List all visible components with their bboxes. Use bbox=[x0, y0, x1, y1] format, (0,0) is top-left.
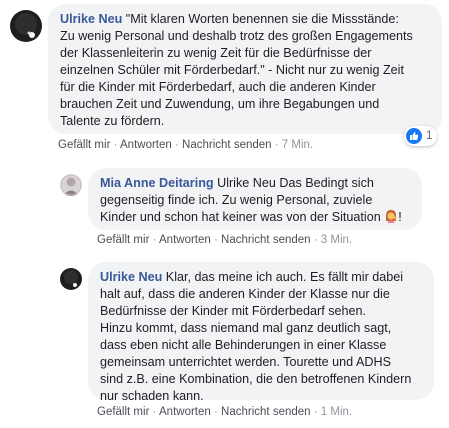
separator: · bbox=[152, 234, 157, 246]
comment-text-line: brauchen Zeit und Zuwendung, um ihre Beg… bbox=[60, 97, 380, 111]
separator: · bbox=[152, 406, 157, 418]
comment-actions: Gefällt mir · Antworten · Nachricht send… bbox=[58, 139, 313, 151]
comment-text-line: dass eben nicht alle Behinderungen in ei… bbox=[100, 338, 387, 352]
reaction-badge[interactable]: 1 bbox=[404, 126, 438, 146]
comment-bubble: Mia Anne Deitaring Ulrike Neu Das Beding… bbox=[88, 168, 422, 230]
comment-text-line: gemeinsam unterrichtet werden. Tourette … bbox=[100, 355, 391, 369]
comment-text-line: einzelnen Schüler mit Förderbedarf." - N… bbox=[60, 63, 404, 77]
send-message-link[interactable]: Nachricht senden bbox=[221, 406, 311, 418]
separator: · bbox=[214, 234, 218, 246]
separator: · bbox=[274, 139, 279, 151]
comment-author[interactable]: Mia Anne Deitaring bbox=[100, 176, 214, 190]
comment-actions: Gefällt mir · Antworten · Nachricht send… bbox=[97, 406, 352, 418]
comment-text-line: der Klassenleiterin zu wenig Zeit für di… bbox=[60, 46, 372, 60]
comment-text-line: sind z.B. eine Kombination, die den betr… bbox=[100, 372, 412, 386]
send-message-link[interactable]: Nachricht senden bbox=[182, 139, 272, 151]
comment-actions: Gefällt mir · Antworten · Nachricht send… bbox=[97, 234, 352, 246]
avatar[interactable] bbox=[60, 268, 82, 290]
like-link[interactable]: Gefällt mir bbox=[58, 139, 110, 151]
comment-text-line: halt auf, dass die anderen Kinder der Kl… bbox=[100, 287, 390, 301]
like-link[interactable]: Gefällt mir bbox=[97, 234, 149, 246]
comment-bubble: Ulrike Neu "Mit klaren Worten benennen s… bbox=[48, 4, 442, 134]
comment-text-line: nur schaden kann. bbox=[100, 389, 204, 403]
comment-text-line: für die Kinder mit Förderbedarf, auch di… bbox=[60, 80, 376, 94]
separator: · bbox=[214, 406, 218, 418]
comment-text-line: Bedürfnisse der Kinder mit Förderbedarf … bbox=[100, 304, 367, 318]
separator: · bbox=[175, 139, 179, 151]
reply-link[interactable]: Antworten bbox=[159, 234, 211, 246]
comment-text-line: Ulrike Neu Das Bedingt sich bbox=[217, 176, 374, 190]
comment-text-line: Hinzu kommt, dass niemand mal ganz deutl… bbox=[100, 321, 392, 335]
reply-link[interactable]: Antworten bbox=[159, 406, 211, 418]
comment-text-line: Klar, das meine ich auch. Es fällt mir d… bbox=[165, 270, 404, 284]
comment-text-line: Zu wenig Personal und deshalb trotz des … bbox=[60, 29, 413, 43]
woman-tipping-hand-emoji bbox=[384, 209, 398, 223]
send-message-link[interactable]: Nachricht senden bbox=[221, 234, 311, 246]
timestamp[interactable]: 1 Min. bbox=[321, 406, 352, 418]
like-link[interactable]: Gefällt mir bbox=[97, 406, 149, 418]
timestamp[interactable]: 7 Min. bbox=[282, 139, 313, 151]
reaction-count: 1 bbox=[426, 130, 433, 142]
separator: · bbox=[113, 139, 118, 151]
comment-text-line: Talente zu fördern. bbox=[60, 114, 165, 128]
reply-link[interactable]: Antworten bbox=[120, 139, 172, 151]
avatar[interactable] bbox=[60, 174, 82, 196]
comment-author[interactable]: Ulrike Neu bbox=[100, 270, 162, 284]
comment-text-line: gegenseitig finde ich. Zu wenig Personal… bbox=[100, 193, 373, 207]
comment-bubble: Ulrike Neu Klar, das meine ich auch. Es … bbox=[88, 262, 434, 403]
comment-text-line: ! bbox=[398, 210, 402, 224]
timestamp[interactable]: 3 Min. bbox=[321, 234, 352, 246]
comment-author[interactable]: Ulrike Neu bbox=[60, 12, 122, 26]
comment-text-line: "Mit klaren Worten benennen sie die Miss… bbox=[125, 12, 399, 26]
comment-text-line: Kinder und schon hat keiner was von der … bbox=[100, 210, 381, 224]
separator: · bbox=[313, 406, 318, 418]
separator: · bbox=[313, 234, 318, 246]
avatar[interactable] bbox=[10, 10, 42, 42]
thumbs-up-icon bbox=[406, 128, 422, 144]
